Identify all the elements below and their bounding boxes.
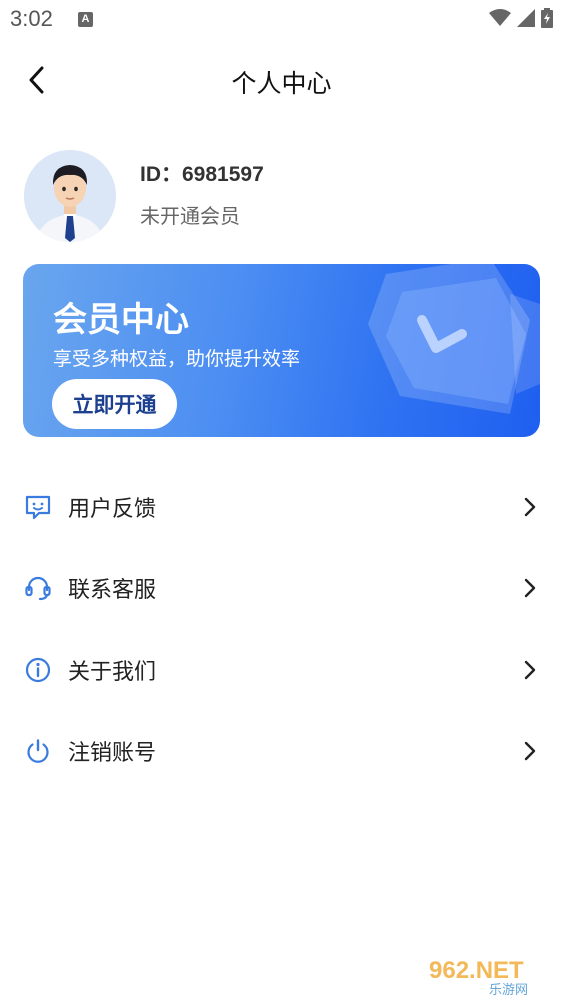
headset-icon bbox=[25, 577, 51, 601]
vip-card-decoration bbox=[368, 264, 540, 414]
status-bar: 3:02 A bbox=[0, 0, 563, 38]
chevron-right-icon bbox=[524, 742, 536, 761]
menu-item-delete-account[interactable]: 注销账号 bbox=[0, 711, 563, 793]
power-icon bbox=[27, 739, 49, 764]
menu-label-customer-service: 联系客服 bbox=[68, 578, 157, 604]
vip-title: 会员中心 bbox=[53, 300, 189, 340]
menu-label-about-us: 关于我们 bbox=[68, 659, 157, 685]
menu-list: 用户反馈 联系客服 关于我们 注销账号 bbox=[0, 466, 563, 792]
info-icon bbox=[25, 657, 51, 682]
menu-label-feedback: 用户反馈 bbox=[68, 496, 157, 522]
cellular-signal-icon bbox=[517, 9, 535, 27]
nav-bar: 个人中心 bbox=[0, 50, 563, 112]
status-icons bbox=[489, 8, 553, 28]
menu-item-about-us[interactable]: 关于我们 bbox=[0, 629, 563, 711]
chevron-right-icon bbox=[524, 660, 536, 679]
chevron-right-icon bbox=[524, 497, 536, 516]
status-time: 3:02 bbox=[10, 6, 53, 31]
member-status: 未开通会员 bbox=[140, 204, 240, 228]
wifi-icon bbox=[489, 9, 511, 26]
profile-section: ID：6981597 未开通会员 bbox=[24, 150, 544, 245]
avatar-image bbox=[24, 150, 116, 242]
feedback-icon bbox=[25, 495, 51, 519]
menu-item-customer-service[interactable]: 联系客服 bbox=[0, 548, 563, 630]
watermark-text: 962.NET bbox=[429, 957, 524, 984]
vip-subtitle: 享受多种权益，助你提升效率 bbox=[53, 348, 301, 370]
battery-icon bbox=[541, 8, 553, 28]
watermark-logo: 962.NET 乐游网 bbox=[425, 954, 555, 998]
user-id: ID：6981597 bbox=[140, 163, 264, 186]
a-icon: A bbox=[78, 12, 93, 27]
activate-vip-button[interactable]: 立即开通 bbox=[52, 379, 177, 429]
page-title: 个人中心 bbox=[231, 69, 332, 98]
watermark-graphic: 962.NET 乐游网 bbox=[429, 957, 528, 998]
menu-label-delete-account: 注销账号 bbox=[68, 741, 157, 767]
menu-item-feedback[interactable]: 用户反馈 bbox=[0, 466, 563, 548]
watermark-subtext: 乐游网 bbox=[489, 983, 528, 996]
avatar[interactable] bbox=[24, 150, 116, 242]
vip-card[interactable]: 会员中心 享受多种权益，助你提升效率 立即开通 bbox=[23, 264, 540, 437]
chevron-right-icon bbox=[524, 579, 536, 598]
